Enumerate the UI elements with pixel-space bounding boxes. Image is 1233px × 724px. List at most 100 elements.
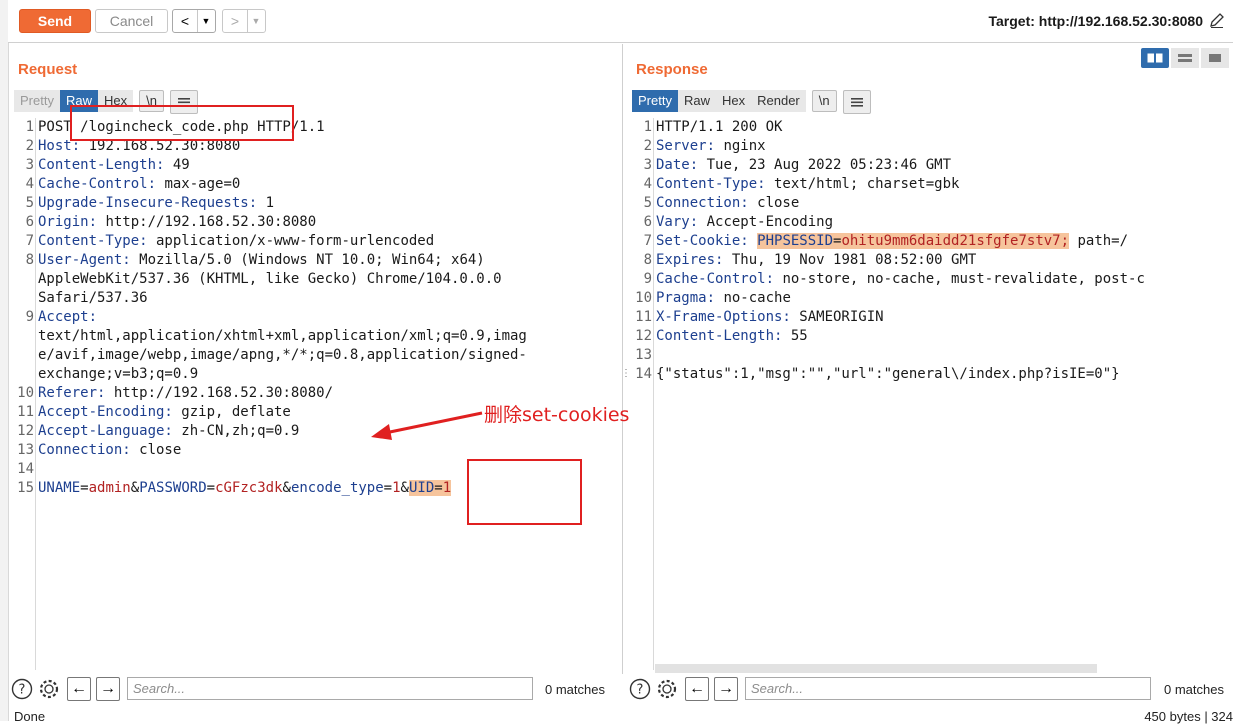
cancel-button[interactable]: Cancel	[95, 9, 168, 33]
line-number: 3	[25, 157, 34, 173]
header-name: Accept-Language:	[38, 423, 173, 439]
search-prev-button[interactable]: ←	[685, 677, 709, 701]
search-prev-button[interactable]: ←	[67, 677, 91, 701]
forward-button[interactable]: > ▼	[222, 9, 266, 33]
response-editor[interactable]: 1 HTTP/1.1 200 OK 2 Server: nginx 3 Date: Tue…	[626, 118, 1233, 668]
param-separator: =	[434, 480, 443, 496]
help-icon[interactable]: ?	[11, 678, 33, 700]
code-line: Connection: close	[656, 194, 799, 213]
code-line: Accept-Language: zh-CN,zh;q=0.9	[38, 422, 299, 441]
search-next-button[interactable]: →	[96, 677, 120, 701]
edit-pencil-icon[interactable]	[1208, 11, 1226, 29]
code-line: Date: Tue, 23 Aug 2022 05:23:46 GMT	[656, 156, 951, 175]
code-line: HTTP/1.1 200 OK	[656, 118, 782, 137]
header-name: Accept:	[38, 309, 98, 325]
tab-pretty[interactable]: Pretty	[14, 90, 60, 112]
split-horizontal-icon[interactable]	[1141, 48, 1169, 68]
code-line: e/avif,image/webp,image/apng,*/*;q=0.8,a…	[38, 346, 527, 365]
param-name: encode_type	[290, 480, 384, 496]
code-line: AppleWebKit/537.36 (KHTML, like Gecko) C…	[38, 270, 502, 289]
request-title: Request	[18, 61, 78, 78]
code-line: exchange;v=b3;q=0.9	[38, 365, 198, 384]
header-value: gzip, deflate	[172, 404, 291, 420]
header-value: HTTP/1.1 200 OK	[656, 119, 783, 135]
code-line: Safari/537.36	[38, 289, 148, 308]
help-icon[interactable]: ?	[629, 678, 651, 700]
header-value: zh-CN,zh;q=0.9	[172, 423, 300, 439]
send-button[interactable]: Send	[19, 9, 91, 33]
line-number: 8	[25, 252, 34, 268]
header-name: Connection:	[38, 442, 131, 458]
line-number	[8, 289, 34, 308]
header-value: Thu, 19 Nov 1981 08:52:00 GMT	[723, 252, 977, 268]
header-value: AppleWebKit/537.36 (KHTML, like Gecko) C…	[38, 271, 502, 287]
response-tabs: Pretty Raw Hex Render \n	[632, 90, 871, 114]
code-line: Accept:	[38, 308, 97, 327]
horizontal-scrollbar[interactable]	[655, 664, 1097, 673]
param-value: 1	[392, 480, 401, 496]
header-name: Cache-Control:	[656, 271, 775, 287]
param-separator: &	[282, 480, 291, 496]
header-value: e/avif,image/webp,image/apng,*/*;q=0.8,a…	[38, 347, 527, 363]
line-number: 8	[643, 252, 652, 268]
header-value: max-age=0	[156, 176, 241, 192]
chevron-down-icon[interactable]: ▼	[198, 10, 214, 32]
line-number: 14	[635, 366, 652, 382]
split-vertical-icon[interactable]	[1171, 48, 1199, 68]
header-value: SAMEORIGIN	[790, 309, 884, 325]
request-search-input[interactable]: Search...	[127, 677, 533, 700]
line-number: 11	[635, 309, 652, 325]
line-number: 13	[17, 442, 34, 458]
header-name: User-Agent:	[38, 252, 131, 268]
response-search-input[interactable]: Search...	[745, 677, 1151, 700]
code-line: User-Agent: Mozilla/5.0 (Windows NT 10.0…	[38, 251, 485, 270]
code-line: Expires: Thu, 19 Nov 1981 08:52:00 GMT	[656, 251, 976, 270]
param-value: cGFzc3dk	[215, 480, 283, 496]
header-value: no-cache	[715, 290, 791, 306]
header-name: Vary:	[656, 214, 699, 230]
header-name: Origin:	[38, 214, 98, 230]
line-number	[8, 327, 34, 346]
back-button[interactable]: < ▼	[172, 9, 216, 33]
gutter-line	[653, 118, 654, 670]
annotation-text: 删除set-cookies	[484, 404, 630, 426]
tab-render[interactable]: Render	[751, 90, 806, 112]
line-number: 6	[643, 214, 652, 230]
forward-arrow-icon: >	[223, 10, 248, 32]
line-number: 2	[643, 138, 652, 154]
menu-icon[interactable]	[842, 90, 871, 114]
settings-gear-icon[interactable]	[656, 678, 678, 700]
param-value: 1	[442, 480, 452, 496]
settings-gear-icon[interactable]	[38, 678, 60, 700]
header-name: X-Frame-Options:	[656, 309, 791, 325]
param-separator: =	[383, 480, 393, 496]
search-next-button[interactable]: →	[714, 677, 738, 701]
header-value: Mozilla/5.0 (Windows NT 10.0; Win64; x64…	[130, 252, 485, 268]
response-size: 450 bytes | 324	[1144, 709, 1233, 724]
header-value: 55	[782, 328, 808, 344]
header-name: Pragma:	[656, 290, 716, 306]
param-name: UNAME	[38, 480, 81, 496]
line-number: 2	[25, 138, 34, 154]
header-value: 1	[257, 195, 275, 211]
line-number: 14	[17, 461, 34, 477]
tab-hex[interactable]: Hex	[715, 90, 752, 112]
pane-splitter[interactable]	[622, 44, 623, 674]
code-line: Content-Length: 49	[38, 156, 190, 175]
header-value: exchange;v=b3;q=0.9	[38, 366, 199, 382]
tabs-layout-icon[interactable]	[1201, 48, 1229, 68]
chevron-down-icon[interactable]: ▼	[248, 10, 264, 32]
line-number: 4	[25, 176, 34, 192]
tab-pretty[interactable]: Pretty	[632, 90, 678, 112]
header-name: Cache-Control:	[38, 176, 157, 192]
header-name: Expires:	[656, 252, 724, 268]
header-value: close	[748, 195, 800, 211]
tab-newline-toggle[interactable]: \n	[811, 90, 837, 112]
param-separator: =	[206, 480, 216, 496]
header-value: http://192.168.52.30:8080/	[105, 385, 334, 401]
response-title: Response	[636, 61, 708, 78]
line-number: 6	[25, 214, 34, 230]
header-name: Set-Cookie:	[656, 233, 749, 249]
param-value: admin	[88, 480, 131, 496]
tab-raw[interactable]: Raw	[677, 90, 716, 112]
